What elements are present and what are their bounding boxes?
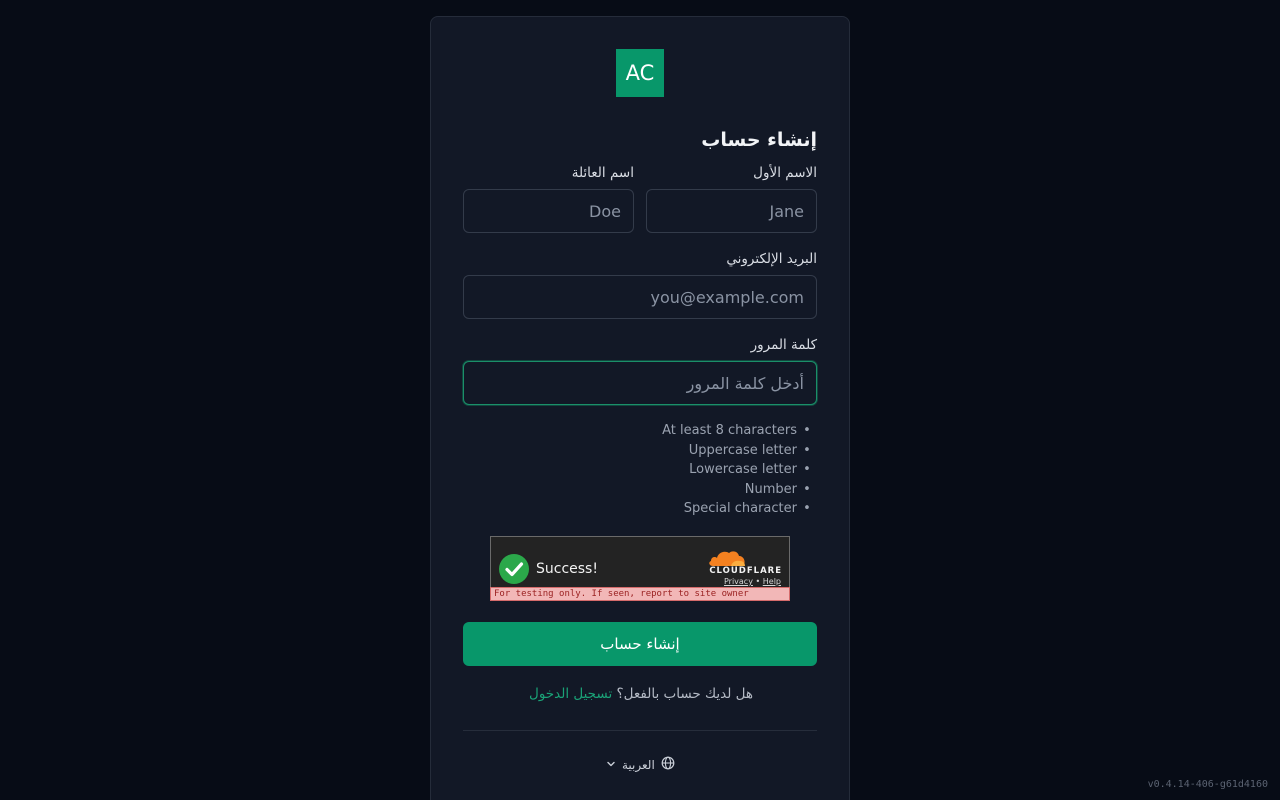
first-name-label: الاسم الأول [753,165,817,181]
signin-link[interactable]: تسجيل الدخول [529,686,612,702]
captcha-widget[interactable]: Success! CLOUDFLARE Privacy • Help For t… [490,536,790,601]
requirement-item: At least 8 characters • [662,423,811,438]
captcha-status: Success! [536,561,598,577]
captcha-links: Privacy • Help [724,577,781,586]
requirement-item: Special character • [683,501,811,516]
password-label: كلمة المرور [750,337,817,353]
email-placeholder: you@example.com [650,287,804,307]
requirement-item: Lowercase letter • [689,462,811,477]
divider [463,730,817,731]
language-selector[interactable]: العربية [606,756,675,773]
captcha-privacy-link[interactable]: Privacy [724,577,753,586]
first-name-placeholder: Jane [769,201,804,221]
last-name-label: اسم العائلة [571,165,634,181]
app-logo: AC [616,49,664,97]
password-input[interactable]: أدخل كلمة المرور [463,361,817,405]
signin-prompt: هل لديك حساب بالفعل؟ تسجيل الدخول [431,686,851,702]
last-name-input[interactable]: Doe [463,189,634,233]
version-label: v0.4.14-406-g61d4160 [1147,779,1268,790]
first-name-input[interactable]: Jane [646,189,817,233]
logo-text: AC [625,61,655,85]
language-label: العربية [622,757,655,772]
password-placeholder: أدخل كلمة المرور [686,373,804,393]
chevron-down-icon [606,758,616,772]
email-label: البريد الإلكتروني [726,251,817,267]
signup-card: AC إنشاء حساب الاسم الأول Jane اسم العائ… [430,16,850,800]
globe-icon [661,756,675,773]
requirement-item: Uppercase letter • [688,442,811,458]
captcha-test-warning: For testing only. If seen, report to sit… [490,587,790,601]
last-name-placeholder: Doe [589,201,621,221]
signin-prompt-text: هل لديك حساب بالفعل؟ [616,686,753,702]
create-account-button-label: إنشاء حساب [600,635,680,653]
create-account-button[interactable]: إنشاء حساب [463,622,817,666]
email-input[interactable]: you@example.com [463,275,817,319]
password-requirements: At least 8 characters • Uppercase letter •… [662,421,817,519]
requirement-item: Number • [744,481,811,497]
captcha-link-separator: • [755,577,761,586]
checkmark-icon [499,554,529,584]
page-title: إنشاء حساب [701,129,817,151]
captcha-brand: CLOUDFLARE [709,566,782,576]
captcha-help-link[interactable]: Help [763,577,781,586]
